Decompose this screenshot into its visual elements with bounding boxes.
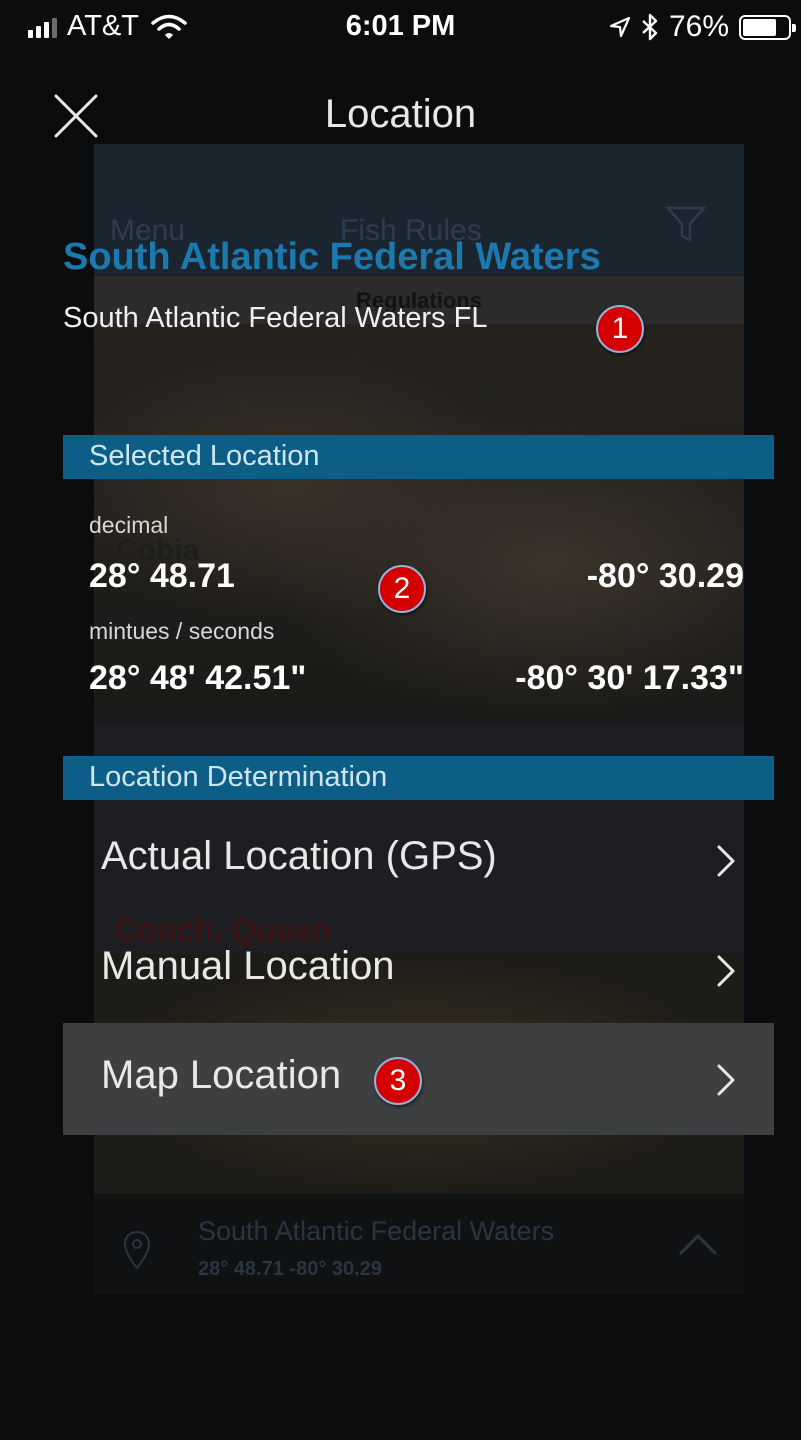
decimal-longitude: -80° 30.29 <box>586 557 744 595</box>
chevron-up-icon <box>678 1233 718 1256</box>
battery-fill <box>743 18 777 36</box>
background-location-footer: South Atlantic Federal Waters 28° 48.71 … <box>94 1194 744 1294</box>
section-header-selected-location: Selected Location <box>63 435 774 479</box>
decimal-label: decimal <box>89 512 169 538</box>
page-title: Location <box>324 92 477 136</box>
battery-icon <box>739 14 796 40</box>
screen-edge <box>801 0 811 1440</box>
menu-item-manual-location[interactable]: Manual Location <box>63 914 774 1026</box>
menu-item-actual-location[interactable]: Actual Location (GPS) <box>63 804 774 916</box>
filter-icon <box>665 206 707 243</box>
chevron-right-icon <box>717 1064 735 1096</box>
bluetooth-icon <box>642 13 658 41</box>
menu-item-label: Actual Location (GPS) <box>101 834 497 878</box>
decimal-latitude: 28° 48.71 <box>89 557 235 595</box>
location-arrow-icon <box>609 16 631 38</box>
annotation-badge-1: 1 <box>596 305 644 353</box>
menu-item-label: Map Location <box>101 1053 342 1097</box>
chevron-right-icon <box>717 955 735 987</box>
region-title: South Atlantic Federal Waters <box>63 236 601 278</box>
phone-screen: Menu Fish Rules Regulations Cobia Conch,… <box>0 0 811 1440</box>
annotation-badge-2: 2 <box>378 565 426 613</box>
annotation-badge-3: 3 <box>374 1057 422 1105</box>
background-footer-title: South Atlantic Federal Waters <box>198 1216 555 1246</box>
minsec-latitude: 28° 48' 42.51" <box>89 659 307 697</box>
background-footer-coords: 28° 48.71 -80° 30.29 <box>198 1258 382 1280</box>
battery-percent: 76% <box>668 10 729 43</box>
chevron-right-icon <box>717 845 735 877</box>
section-header-location-determination: Location Determination <box>63 756 774 800</box>
status-bar: AT&T 6:01 PM 76% <box>0 0 801 54</box>
map-pin-icon <box>123 1230 151 1270</box>
minsec-longitude: -80° 30' 17.33" <box>515 659 744 697</box>
menu-item-label: Manual Location <box>101 944 395 988</box>
minutes-seconds-label: mintues / seconds <box>89 618 275 644</box>
status-right: 76% <box>609 10 796 44</box>
region-subtitle: South Atlantic Federal Waters FL <box>63 302 488 334</box>
